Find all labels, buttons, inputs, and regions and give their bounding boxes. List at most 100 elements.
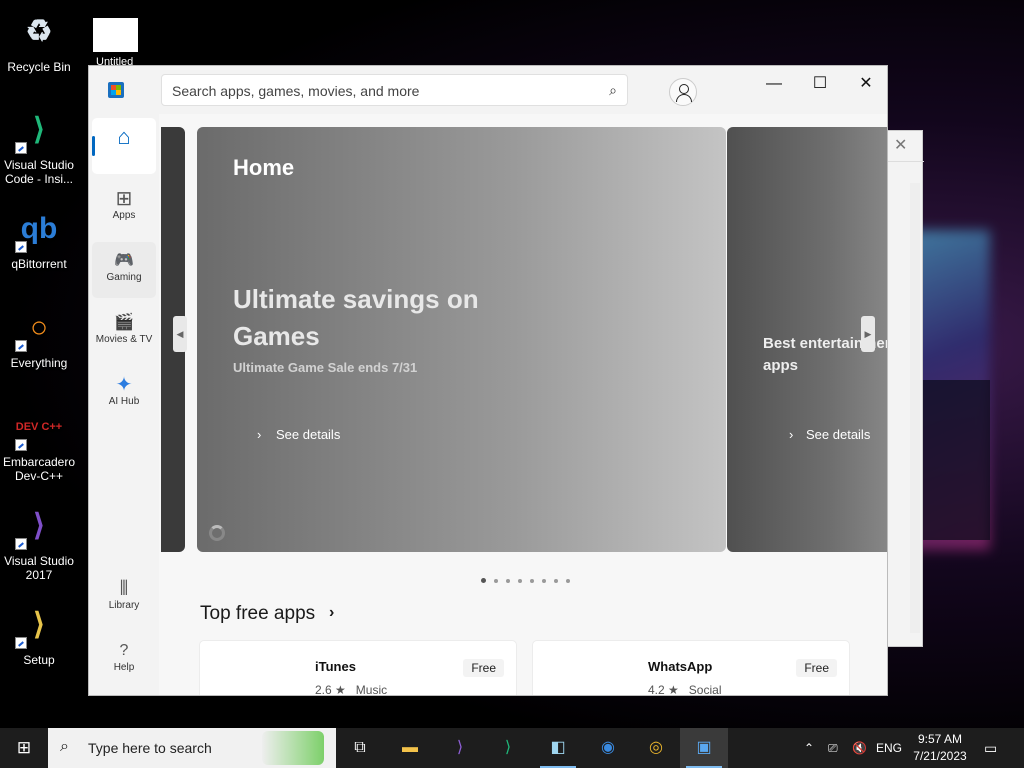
account-avatar-icon[interactable]: [669, 78, 697, 106]
setup-glyph-icon: ⟩: [15, 601, 63, 649]
language-indicator[interactable]: ENG: [876, 728, 902, 768]
nav-home[interactable]: ⌂: [92, 118, 156, 174]
carousel-dot[interactable]: [481, 578, 486, 583]
date: 7/21/2023: [913, 749, 967, 763]
vscode-insiders-icon[interactable]: ⟩: [484, 728, 532, 768]
vscode-insiders-desktop-glyph-icon: ⟩: [15, 106, 63, 154]
carousel-prev-button[interactable]: ◀: [173, 316, 187, 352]
file-explorer-icon[interactable]: ▬: [386, 728, 434, 768]
search-input[interactable]: Search apps, games, movies, and more: [172, 83, 419, 99]
task-view-icon[interactable]: ⧉: [336, 728, 384, 768]
close-button[interactable]: ✕: [843, 70, 887, 98]
store-window: Search apps, games, movies, and more ⌕ —…: [88, 65, 888, 696]
price-badge: Free: [463, 659, 504, 677]
hero-card[interactable]: Home Ultimate savings on Games Ultimate …: [197, 127, 726, 552]
carousel-dot[interactable]: [554, 579, 558, 583]
store-icon[interactable]: ▣: [680, 728, 728, 768]
qbittorrent-desktop-icon[interactable]: qb qBittorrent: [0, 205, 78, 271]
setup-app-icon[interactable]: ◧: [534, 728, 582, 768]
shortcut-arrow-icon: [15, 439, 27, 451]
carousel-dot[interactable]: [566, 579, 570, 583]
app-card-whatsapp[interactable]: WhatsApp 4.2 ★ Social Free: [532, 640, 850, 696]
search-highlight-image: [262, 731, 324, 765]
desktop-icon-label: qBittorrent: [11, 257, 67, 271]
recycle-bin-icon[interactable]: ♻ Recycle Bin: [0, 8, 78, 74]
visual-studio-desktop-icon[interactable]: ⟩ Visual Studio 2017: [0, 502, 78, 582]
carousel-dot[interactable]: [518, 579, 522, 583]
active-indicator: [92, 136, 95, 156]
search-icon[interactable]: ⌕: [609, 82, 617, 99]
nav-help[interactable]: ? Help: [92, 632, 156, 688]
scrollbar[interactable]: [910, 183, 920, 633]
nav-library[interactable]: ⫴ Library: [92, 570, 156, 626]
shortcut-arrow-icon: [15, 241, 27, 253]
carousel-dots: [481, 570, 578, 583]
vscode-insiders-desktop-icon[interactable]: ⟩ Visual Studio Code - Insi...: [0, 106, 78, 186]
everything-icon[interactable]: ○ Everything: [0, 304, 78, 370]
maximize-button[interactable]: ☐: [797, 70, 843, 98]
wallpaper-shade: [920, 380, 990, 540]
windows-start-icon[interactable]: ⊞: [0, 728, 48, 768]
chevron-right-icon[interactable]: ›: [329, 604, 334, 622]
nav-movies-tv[interactable]: 🎬 Movies & TV: [92, 304, 156, 360]
volume-muted-icon[interactable]: 🔇: [852, 728, 867, 768]
notification-icon[interactable]: ▭: [984, 728, 997, 768]
dev-cpp-icon[interactable]: DEV C++ Embarcadero Dev-C++: [0, 403, 78, 483]
see-details-link[interactable]: See details: [276, 427, 340, 442]
movies-icon: 🎬: [114, 314, 134, 331]
show-hidden-icons-icon[interactable]: ⌃: [804, 728, 814, 768]
nav-apps[interactable]: ⊞ Apps: [92, 180, 156, 236]
time: 9:57 AM: [917, 732, 963, 746]
carousel-dot[interactable]: [494, 579, 498, 583]
desktop-icon-label: Visual Studio Code - Insi...: [4, 158, 74, 186]
carousel-dot[interactable]: [530, 579, 534, 583]
recycle-bin-glyph-icon: ♻: [25, 15, 53, 48]
visual-studio-icon[interactable]: ⟩: [436, 728, 484, 768]
nav-label: Gaming: [106, 272, 142, 283]
nav-label: Movies & TV: [95, 334, 153, 345]
price-badge: Free: [796, 659, 837, 677]
divider: [888, 161, 924, 162]
nav-label: Apps: [112, 210, 136, 221]
everything-glyph-icon: ○: [15, 304, 63, 352]
carousel-dot[interactable]: [506, 579, 510, 583]
see-details-link[interactable]: See details: [806, 427, 870, 442]
search-box[interactable]: Search apps, games, movies, and more ⌕: [161, 74, 628, 106]
setup-icon[interactable]: ⟩ Setup: [0, 601, 78, 667]
chrome-icon[interactable]: ◎: [632, 728, 680, 768]
carousel-next-button[interactable]: ▶: [861, 316, 875, 352]
hero-headline: Ultimate savings on Games: [233, 284, 479, 351]
hero-subtitle: Ultimate Game Sale ends 7/31: [233, 360, 418, 375]
library-icon: ⫴: [119, 578, 129, 600]
gaming-icon: 🎮: [114, 252, 134, 269]
app-rating: 4.2 ★ Social: [648, 683, 722, 696]
carousel-dot[interactable]: [542, 579, 546, 583]
page-title: Home: [233, 155, 295, 180]
chevron-right-icon: ›: [257, 427, 262, 442]
shortcut-arrow-icon: [15, 538, 27, 550]
shortcut-arrow-icon: [15, 142, 27, 154]
minimize-button[interactable]: —: [751, 70, 797, 98]
dev-cpp-glyph-icon: DEV C++: [15, 403, 63, 451]
taskbar-search-input[interactable]: Type here to search: [88, 740, 212, 756]
main-content: Home Ultimate savings on Games Ultimate …: [159, 114, 887, 696]
ai-hub-icon: ✦: [115, 374, 133, 396]
visual-studio-desktop-glyph-icon: ⟩: [15, 502, 63, 550]
untitled-file-icon[interactable]: [93, 18, 138, 52]
title-bar[interactable]: Search apps, games, movies, and more ⌕ —…: [89, 66, 887, 114]
shortcut-arrow-icon: [15, 340, 27, 352]
section-title[interactable]: Top free apps: [200, 603, 315, 625]
store-logo-icon: [108, 82, 124, 98]
clock[interactable]: 9:57 AM 7/21/2023: [906, 731, 974, 765]
close-icon[interactable]: ✕: [894, 135, 907, 155]
qbittorrent-icon[interactable]: ◉: [584, 728, 632, 768]
app-card-itunes[interactable]: iTunes 2.6 ★ Music Free: [199, 640, 517, 695]
nav-gaming[interactable]: 🎮 Gaming: [92, 242, 156, 298]
network-icon[interactable]: ⎚: [828, 728, 838, 768]
taskbar-search[interactable]: ⌕ Type here to search: [48, 728, 336, 768]
desktop-icon-label: Everything: [10, 356, 68, 370]
desktop-icon-label: Embarcadero Dev-C++: [2, 455, 76, 483]
chevron-right-icon: ›: [789, 427, 794, 442]
nav-ai-hub[interactable]: ✦ AI Hub: [92, 366, 156, 422]
background-window[interactable]: ✕: [887, 130, 924, 647]
